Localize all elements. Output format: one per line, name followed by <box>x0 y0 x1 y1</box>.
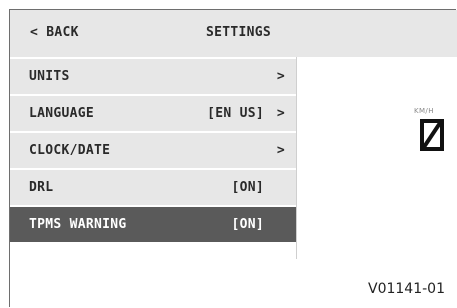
menu-item-value: [ON] <box>231 217 264 232</box>
menu-item-tpms-warning[interactable]: TPMS WARNING [ON] <box>10 207 297 242</box>
chevron-right-icon: > <box>276 106 285 121</box>
menu-item-label: CLOCK/DATE <box>29 143 111 158</box>
chevron-right-icon: > <box>276 69 285 84</box>
menu-item-label: TPMS WARNING <box>29 217 127 232</box>
menu-item-clock-date[interactable]: CLOCK/DATE > <box>10 133 297 168</box>
header-bar: < BACK SETTINGS <box>10 10 457 57</box>
menu-item-units[interactable]: UNITS > <box>10 59 297 94</box>
settings-menu: UNITS > LANGUAGE [EN US] > CLOCK/DATE > … <box>10 59 297 244</box>
menu-item-label: UNITS <box>29 69 70 84</box>
menu-item-value: [EN US] <box>207 106 264 121</box>
panel-divider <box>296 57 297 259</box>
menu-item-label: DRL <box>29 180 54 195</box>
back-button[interactable]: < BACK <box>30 25 79 40</box>
page-title: SETTINGS <box>206 25 272 40</box>
menu-item-drl[interactable]: DRL [ON] <box>10 170 297 205</box>
menu-item-value: [ON] <box>231 180 264 195</box>
chevron-right-icon: > <box>276 143 285 158</box>
figure-code: V01141-01 <box>368 281 445 297</box>
speed-unit-label: KM/H <box>414 107 434 115</box>
menu-item-label: LANGUAGE <box>29 106 95 121</box>
menu-item-language[interactable]: LANGUAGE [EN US] > <box>10 96 297 131</box>
zero-digit-icon <box>420 119 444 151</box>
